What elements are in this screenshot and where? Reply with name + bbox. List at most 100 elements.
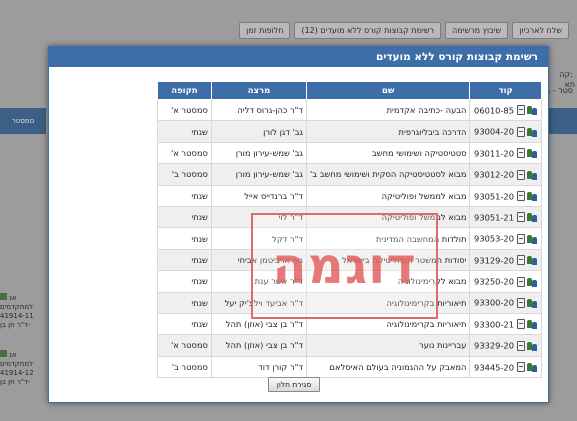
table-header-row: קוד שם מרצה תקופה [157,81,542,100]
code-cell: 93300-20 [469,291,542,314]
sample-watermark: דוגמה [251,213,438,319]
tab-send-archive[interactable]: שלח לארכיון [512,22,569,39]
document-icon[interactable] [517,255,525,266]
background-toolbar: שלח לארכיון שיבוץ מרשימה רשימת קבוצות קו… [239,22,569,39]
course-code: 93051-21 [474,212,514,223]
document-icon[interactable] [517,297,525,308]
code-cell: 06010-85 [469,98,542,122]
course-name: הבעה -כתיבה אקדמית [305,98,471,122]
course-code: 93129-20 [474,255,514,266]
code-cell: 93051-20 [469,184,542,207]
lecturer-name: גב' שמש-עירון מורן [210,163,307,186]
course-code: 93011-20 [474,148,514,159]
code-cell: 93300-21 [469,312,542,336]
assign-group-icon[interactable] [527,148,538,159]
period: סמסטר א' [157,98,212,122]
assign-group-icon[interactable] [527,127,538,137]
period: שנתי [157,227,212,250]
document-icon[interactable] [517,362,525,373]
period: שנתי [157,184,212,207]
lecturer-name: ד"ר כהן-גרוס דליה [210,98,307,122]
period: סמסטר ב' [157,355,212,379]
document-icon[interactable] [517,340,525,351]
assign-group-icon[interactable] [527,362,538,373]
document-icon[interactable] [517,126,525,137]
table-row[interactable]: 93051-20 מבוא לממשל ופוליטיקה ד"ר ברנדייס … [157,184,542,207]
course-code: 93051-20 [474,191,514,201]
code-cell: 93445-20 [469,355,542,379]
course-code: 93329-20 [474,340,514,351]
period: שנתי [157,248,212,272]
background-column-header: סמסטר [0,108,46,134]
document-icon[interactable] [517,148,525,159]
code-cell: 93053-20 [469,227,542,250]
table-row[interactable]: 93329-20 עבריינות נוער ד"ר בן צבי (אוזן) ת… [157,334,542,357]
tab-time-alternatives[interactable]: חלופות זמן [239,22,291,39]
code-cell: 93250-20 [469,270,542,293]
code-cell: 93051-21 [469,205,542,229]
table-row[interactable]: 93011-20 סטטיסטיקה ושימושי מחשב גב' שמש-עי… [157,141,542,165]
course-name: מבוא לסטטיסטיקה הסקית ושימושי מחשב ב' [305,163,471,186]
course-code: 93053-20 [474,233,514,244]
document-icon[interactable] [517,233,525,244]
background-header-bar [547,108,577,134]
column-header-period: תקופה [157,81,212,100]
table-row[interactable]: 93004-20 הדרכה ביבליוגרפית גב' דגן לורן שנת… [157,120,542,143]
column-header-lecturer: מרצה [210,81,307,100]
period: סמסטר א' [157,141,212,165]
course-code: 06010-85 [474,105,514,116]
lecturer-name: ד"ר קורן דוד [210,355,307,379]
assign-group-icon[interactable] [527,191,538,201]
period: שנתי [157,312,212,336]
background-row: אנ למתקדמים 41914-11 ד"ר חן בן- [0,293,34,329]
document-icon[interactable] [517,276,525,287]
assign-group-icon[interactable] [527,212,538,223]
code-cell: 93329-20 [469,334,542,357]
assign-group-icon[interactable] [527,105,538,116]
course-code: 93004-20 [474,126,514,137]
document-icon[interactable] [517,105,525,116]
course-name: סטטיסטיקה ושימושי מחשב [305,141,471,165]
assign-group-icon[interactable] [527,341,538,351]
period: סמסטר א' [157,334,212,357]
assign-group-icon[interactable] [527,234,538,244]
close-window-button[interactable]: סגירת חלון [268,377,320,392]
assign-group-icon[interactable] [527,298,538,308]
period: שנתי [157,120,212,143]
document-icon[interactable] [517,191,525,201]
column-header-code: קוד [469,81,542,100]
lecturer-name: ד"ר ברנדייס אייל [210,184,307,207]
assign-group-icon[interactable] [527,277,538,287]
period: סמסטר ב' [157,163,212,186]
assign-group-icon[interactable] [527,319,538,330]
period: שנתי [157,291,212,314]
lecturer-name: גב' דגן לורן [210,120,307,143]
column-header-name: שם [305,81,471,100]
assign-group-icon[interactable] [527,170,538,180]
document-icon[interactable] [517,212,525,223]
dialog-title: רשימת קבוצות קורס ללא מועדים [49,47,548,67]
table-row[interactable]: 06010-85 הבעה -כתיבה אקדמית ד"ר כהן-גרוס ד… [157,98,542,122]
document-icon[interactable] [517,169,525,180]
table-row[interactable]: 93445-20 המאבק על ההגמוניה בעולם האיסלאם ד… [157,355,542,379]
course-code: 93012-20 [474,169,514,180]
code-cell: 93011-20 [469,141,542,165]
course-name: הדרכה ביבליוגרפית [305,120,471,143]
assign-group-icon[interactable] [527,255,538,266]
code-cell: 93129-20 [469,248,542,272]
tab-assign-from-list[interactable]: שיבוץ מרשימה [445,22,509,39]
document-icon[interactable] [517,319,525,330]
groups-without-dates-dialog: רשימת קבוצות קורס ללא מועדים קוד שם מרצה… [48,46,549,403]
table-row[interactable]: 93012-20 מבוא לסטטיסטיקה הסקית ושימושי מח… [157,163,542,186]
tab-groups-without-dates[interactable]: רשימת קבוצות קורס ללא מועדים (12) [294,22,442,39]
course-code: 93300-20 [474,297,514,308]
people-icon [0,350,7,357]
lecturer-name: גב' שמש-עירון מורן [210,141,307,165]
course-code: 93300-21 [474,319,514,330]
code-cell: 93004-20 [469,120,542,143]
background-row: אנ למתקדמים 41914-12 ד"ר חן בן- [0,350,34,386]
period: שנתי [157,270,212,293]
lecturer-name: ד"ר בן צבי (אוזן) תהל [210,334,307,357]
people-icon [0,293,7,300]
period: שנתי [157,205,212,229]
